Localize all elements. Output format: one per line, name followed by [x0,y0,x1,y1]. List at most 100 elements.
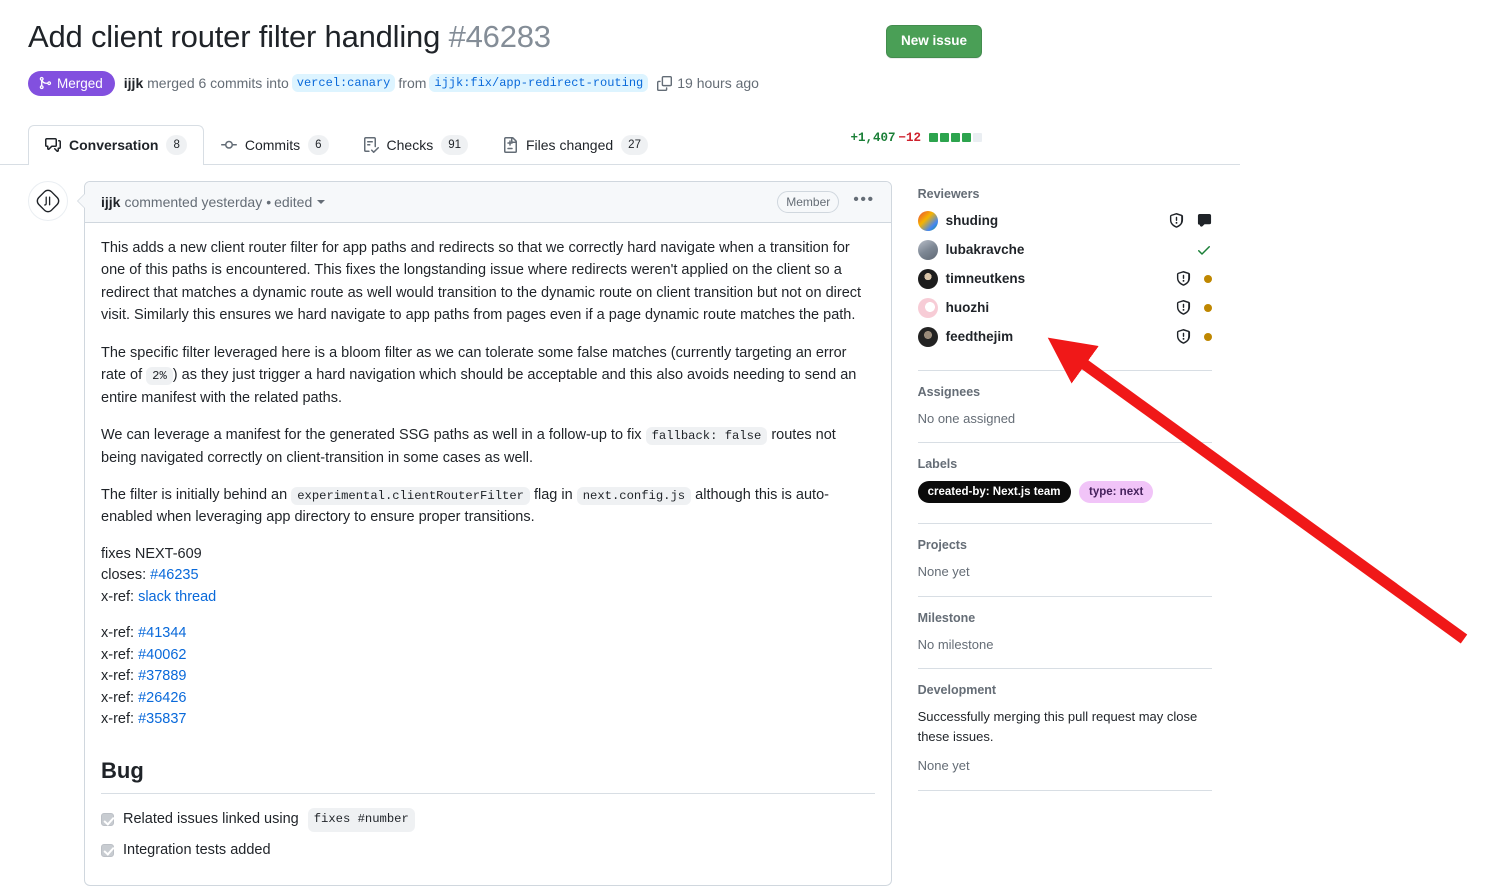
pr-number: #46283 [448,19,551,54]
base-branch-ref[interactable]: vercel:canary [291,74,396,93]
shield-icon[interactable] [1176,329,1191,344]
paragraph-3: We can leverage a manifest for the gener… [101,424,875,469]
copy-icon[interactable] [657,75,673,91]
reviewer-name[interactable]: shuding [946,213,999,228]
xref-line: x-ref: #37889 [101,666,875,687]
task-code: fixes #number [307,808,415,832]
task-label: Related issues linked using [123,811,299,828]
tab-files-changed[interactable]: Files changed 27 [485,125,665,165]
diff-stat[interactable]: +1,407 −12 [850,131,982,145]
comment-header-right: Member ••• [777,190,874,213]
task-checkbox[interactable] [101,813,114,827]
milestone-title[interactable]: Milestone [918,611,1212,625]
task-label: Integration tests added [123,841,271,858]
task-checkbox[interactable] [101,843,114,857]
file-diff-icon [502,137,518,154]
section-heading-bug: Bug [101,757,875,795]
label-chip[interactable]: created-by: Next.js team [917,481,1071,504]
xref-label: x-ref: [101,689,135,706]
xref-label: x-ref: [101,588,135,605]
edited-label: edited [274,193,313,210]
reviewer-status-icons [1176,329,1212,344]
xref-list: x-ref: #41344 x-ref: #40062 x-ref: #3788… [101,623,875,730]
diff-block [940,133,949,143]
tab-commits-label: Commits [244,136,301,153]
conversation-column: ijjk commented yesterday • edited Member… [28,180,892,886]
avatar[interactable] [917,210,938,231]
commit-count: 6 commits [198,75,263,92]
assignees-empty: No one assigned [917,410,1016,426]
reviewer-name[interactable]: timneutkens [946,271,1026,286]
new-issue-button[interactable]: New issue [885,25,982,58]
reviewer-name[interactable]: lubakravche [946,242,1025,257]
reviewer-name[interactable]: feedthejim [946,329,1014,344]
diff-block [929,133,938,143]
paragraph-4: The filter is initially behind an experi… [101,484,875,529]
avatar[interactable] [917,326,938,347]
xref-link[interactable]: #41344 [138,625,186,641]
fixes-line: fixes NEXT-609 [101,545,202,562]
edited-separator: • [266,193,272,210]
projects-title[interactable]: Projects [918,538,1212,552]
development-title[interactable]: Development [918,683,1212,697]
xref-link[interactable]: #35837 [138,711,186,727]
task-item: Related issues linked using fixes #numbe… [101,808,875,832]
merge-timestamp: 19 hours ago [677,75,759,92]
xref-line: x-ref: #26426 [101,688,875,709]
development-description: Successfully merging this pull request m… [917,709,1198,744]
tab-commits[interactable]: Commits 6 [204,125,346,165]
git-commit-icon [220,137,237,153]
shield-icon[interactable] [1176,271,1191,286]
diff-block [973,133,982,143]
shield-icon[interactable] [1169,213,1184,228]
closes-issue-link[interactable]: #46235 [150,567,198,583]
reviewers-title[interactable]: Reviewers [918,187,1212,201]
head-branch-ref[interactable]: ijjk:fix/app-redirect-routing [429,74,649,93]
reviewer-row: huozhi [917,297,1212,318]
shield-icon[interactable] [1176,300,1191,315]
avatar[interactable] [28,180,68,221]
xref-link[interactable]: #40062 [138,647,186,663]
labels-title[interactable]: Labels [918,457,1212,471]
comment-edited[interactable]: • edited [266,193,326,210]
comment-menu-button[interactable]: ••• [853,192,874,211]
avatar[interactable] [917,297,938,318]
closes-line: closes: #46235 [101,565,875,586]
status-badge-label: Merged [57,75,103,91]
pr-body: ijjk commented yesterday • edited Member… [0,165,1240,886]
xref-label: x-ref: [101,625,135,642]
milestone-empty: No milestone [917,636,994,652]
sidebar-section-assignees: Assignees No one assigned [917,385,1212,444]
title-row: Add client router filter handling #46283 [28,18,1212,57]
diff-deletions: −12 [898,130,921,145]
xref-label: x-ref: [101,711,135,728]
comment-author[interactable]: ijjk [101,194,120,210]
comment-body: This adds a new client router filter for… [85,223,891,885]
paragraph-2: The specific filter leveraged here is a … [101,342,875,409]
sidebar-section-labels: Labels created-by: Next.js team type: ne… [917,457,1212,525]
tab-conversation-count: 8 [166,135,187,156]
comment-icon[interactable] [1197,213,1212,228]
diff-block [962,133,971,143]
tab-conversation[interactable]: Conversation 8 [28,124,204,165]
tab-checks[interactable]: Checks 91 [346,125,485,165]
p2-code: 2% [146,367,173,386]
avatar[interactable] [917,239,938,260]
assignees-title[interactable]: Assignees [918,385,1212,399]
xref-line: x-ref: #40062 [101,645,875,666]
reviewer-row: shuding [917,210,1212,231]
label-chip[interactable]: type: next [1079,481,1154,504]
pr-tab-bar: Conversation 8 Commits 6 Checks 91 Files… [0,118,1240,165]
pending-dot-icon [1204,303,1212,312]
xref-link[interactable]: #37889 [138,668,186,684]
xref-link[interactable]: #26426 [138,690,186,706]
reviewer-name[interactable]: huozhi [946,300,990,315]
xref-label: x-ref: [101,646,135,663]
p4-code-2: next.config.js [576,486,692,505]
pr-title-text: Add client router filter handling [28,19,441,54]
xref-line: x-ref: #35837 [101,709,875,730]
avatar[interactable] [917,268,938,289]
slack-thread-link[interactable]: slack thread [138,589,216,605]
paragraph-1: This adds a new client router filter for… [101,239,862,324]
diff-additions: +1,407 [850,130,896,145]
